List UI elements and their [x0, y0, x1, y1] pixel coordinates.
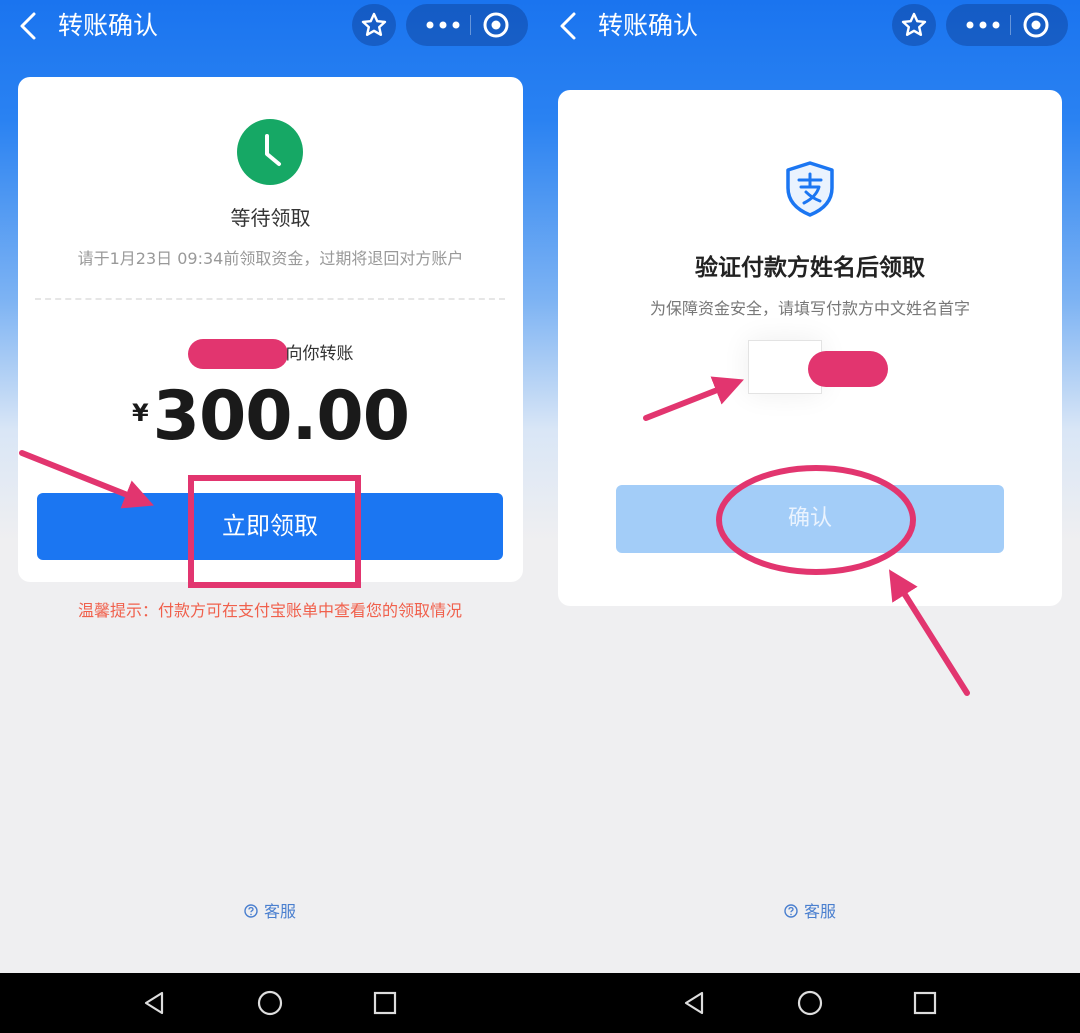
capsule-divider: [1010, 15, 1011, 35]
back-icon[interactable]: [556, 10, 582, 42]
star-icon: [361, 12, 387, 36]
customer-service-link[interactable]: 客服: [0, 898, 540, 922]
mini-program-capsule: [406, 4, 528, 46]
help-icon: [784, 904, 798, 918]
confirm-button[interactable]: 确认: [616, 485, 1004, 553]
sender-row: 向你转账: [18, 339, 523, 369]
sender-suffix: 向你转账: [285, 344, 354, 364]
capsule-divider: [470, 15, 471, 35]
tip-text: 温馨提示：付款方可在支付宝账单中查看您的领取情况: [77, 601, 462, 620]
title-bar: 转账确认: [540, 0, 1080, 52]
dashed-divider: [35, 298, 505, 300]
amount-row: ¥300.00: [18, 377, 523, 456]
star-icon: [901, 12, 927, 36]
claim-now-button[interactable]: 立即领取: [37, 493, 503, 560]
right-screen: 转账确认 验证付款方姓名后领取 为保障资金安全，请填写付款方中文姓名首字 确认: [540, 0, 1080, 973]
redaction-mark: [187, 339, 288, 369]
page-title: 转账确认: [598, 11, 699, 40]
home-circle-icon[interactable]: [796, 989, 824, 1017]
verify-description: 为保障资金安全，请填写付款方中文姓名首字: [649, 299, 970, 318]
back-triangle-icon[interactable]: [141, 989, 169, 1017]
alipay-shield-icon: [786, 161, 834, 217]
verify-card: 验证付款方姓名后领取 为保障资金安全，请填写付款方中文姓名首字 确认: [558, 90, 1062, 606]
deadline-text: 请于1月23日 09:34前领取资金，过期将退回对方账户: [77, 249, 464, 268]
currency-symbol: ¥: [131, 399, 149, 427]
back-triangle-icon[interactable]: [681, 989, 709, 1017]
more-icon[interactable]: [960, 14, 1006, 36]
customer-service-link[interactable]: 客服: [540, 898, 1080, 922]
transfer-card: 等待领取 请于1月23日 09:34前领取资金，过期将退回对方账户 向你转账 ¥…: [18, 77, 523, 582]
close-target-icon[interactable]: [1022, 11, 1050, 39]
home-circle-icon[interactable]: [256, 989, 284, 1017]
status-title: 等待领取: [230, 206, 311, 230]
system-nav-bar: [0, 973, 1080, 1033]
mini-program-capsule: [946, 4, 1068, 46]
service-label: 客服: [263, 902, 296, 921]
recents-square-icon[interactable]: [911, 989, 939, 1017]
close-target-icon[interactable]: [482, 11, 510, 39]
left-screen: 转账确认 等待领取 请于1月23日 09:34前领取资金，过期将退回对方账户 向…: [0, 0, 540, 973]
back-icon[interactable]: [16, 10, 42, 42]
service-label: 客服: [803, 902, 836, 921]
page-title: 转账确认: [58, 11, 159, 40]
recents-square-icon[interactable]: [371, 989, 399, 1017]
more-icon[interactable]: [420, 14, 466, 36]
clock-icon: [237, 119, 303, 185]
transfer-amount: 300.00: [152, 377, 410, 456]
favorite-button[interactable]: [892, 4, 936, 46]
title-bar: 转账确认: [0, 0, 540, 52]
favorite-button[interactable]: [352, 4, 396, 46]
redaction-mark: [808, 351, 888, 387]
verify-title: 验证付款方姓名后领取: [695, 255, 925, 281]
help-icon: [244, 904, 258, 918]
